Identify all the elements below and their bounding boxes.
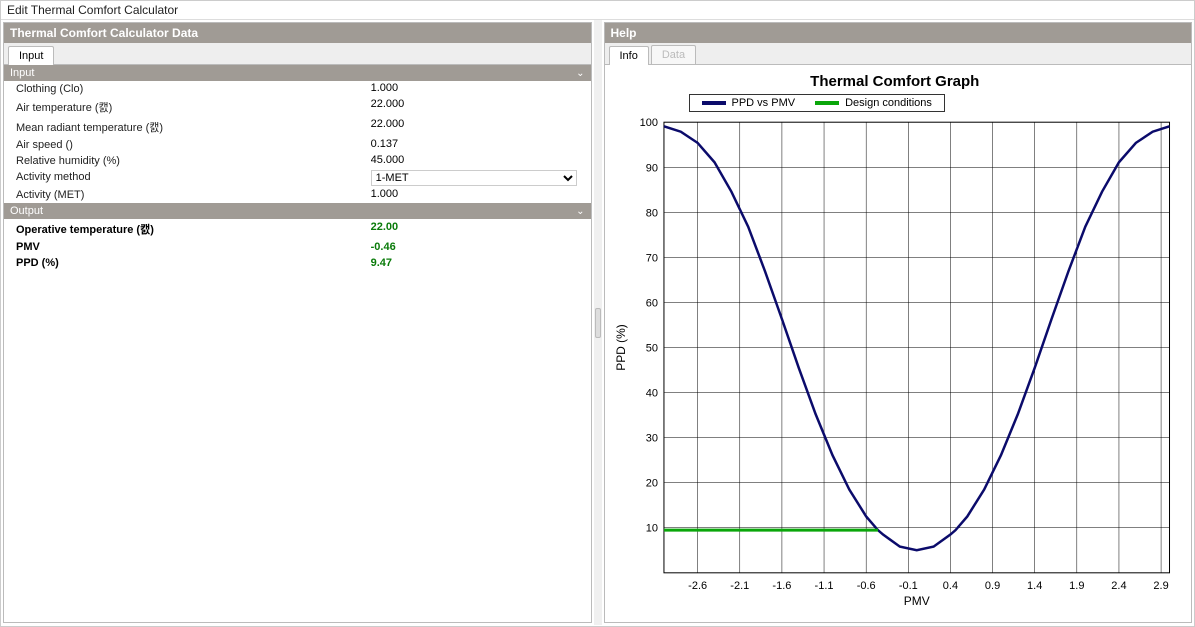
input-field[interactable]	[371, 138, 577, 150]
svg-text:PMV: PMV	[903, 594, 929, 608]
svg-text:20: 20	[645, 478, 657, 490]
legend-label: Design conditions	[845, 97, 932, 109]
legend-swatch	[702, 101, 726, 105]
input-label: Air temperature (캜)	[4, 97, 368, 117]
input-field[interactable]	[371, 118, 577, 130]
chart-plot: -2.6 -2.1 -1.6 -1.1 -0.6 -0.1 0.4 0.9 1.4 1.9 2.4 2…	[609, 116, 1182, 611]
svg-text:50: 50	[645, 343, 657, 355]
input-field[interactable]	[371, 188, 577, 200]
input-value-cell	[368, 153, 591, 169]
legend-swatch	[815, 101, 839, 105]
tab-input[interactable]: Input	[8, 46, 54, 65]
tab-info[interactable]: Info	[609, 46, 649, 65]
output-value: 22.00	[368, 219, 591, 239]
svg-text:2.9: 2.9	[1153, 580, 1168, 592]
input-field[interactable]	[371, 82, 577, 94]
input-section-label: Input	[10, 67, 34, 79]
data-tab-strip: Input	[4, 43, 591, 65]
svg-text:-1.1: -1.1	[814, 580, 833, 592]
chart-title: Thermal Comfort Graph	[609, 71, 1182, 92]
input-label: Activity method	[4, 169, 368, 187]
input-value-cell	[368, 187, 591, 203]
input-label: Activity (MET)	[4, 187, 368, 203]
svg-text:2.4: 2.4	[1111, 580, 1126, 592]
svg-text:70: 70	[645, 252, 657, 264]
input-grid: Clothing (Clo)Air temperature (캜)Mean ra…	[4, 81, 591, 203]
input-label: Relative humidity (%)	[4, 153, 368, 169]
output-section-label: Output	[10, 205, 43, 217]
svg-text:30: 30	[645, 433, 657, 445]
data-pane: Thermal Comfort Calculator Data Input In…	[3, 22, 592, 623]
help-pane-header: Help	[605, 23, 1192, 43]
svg-text:0.4: 0.4	[942, 580, 957, 592]
output-value: 9.47	[368, 255, 591, 271]
window-title: Edit Thermal Comfort Calculator	[1, 1, 1194, 20]
svg-text:1.9: 1.9	[1069, 580, 1084, 592]
output-label: PPD (%)	[4, 255, 368, 271]
tab-data: Data	[651, 45, 696, 64]
input-field[interactable]	[371, 98, 577, 110]
chart-legend: PPD vs PMV Design conditions	[689, 94, 945, 112]
input-value-cell: 1-MET	[368, 169, 591, 187]
svg-text:-2.1: -2.1	[730, 580, 749, 592]
input-value-cell	[368, 117, 591, 137]
svg-text:90: 90	[645, 162, 657, 174]
splitter-grip-icon	[595, 308, 601, 338]
input-value-cell	[368, 97, 591, 117]
output-grid: Operative temperature (캜)22.00PMV-0.46PP…	[4, 219, 591, 271]
svg-text:-1.6: -1.6	[772, 580, 791, 592]
chart-area: Thermal Comfort Graph PPD vs PMV Design …	[605, 65, 1192, 622]
svg-text:-2.6: -2.6	[688, 580, 707, 592]
chevron-down-icon: ⌄	[576, 206, 584, 217]
svg-text:PPD (%): PPD (%)	[613, 324, 627, 371]
input-field[interactable]	[371, 154, 577, 166]
activity-method-select[interactable]: 1-MET	[371, 170, 577, 186]
svg-text:-0.1: -0.1	[898, 580, 917, 592]
splitter[interactable]	[594, 20, 602, 625]
output-label: Operative temperature (캜)	[4, 219, 368, 239]
legend-item-design: Design conditions	[815, 97, 932, 109]
legend-label: PPD vs PMV	[732, 97, 796, 109]
svg-text:10: 10	[645, 523, 657, 535]
input-value-cell	[368, 81, 591, 97]
output-section-header[interactable]: Output ⌄	[4, 203, 591, 219]
data-pane-header: Thermal Comfort Calculator Data	[4, 23, 591, 43]
svg-text:80: 80	[645, 207, 657, 219]
svg-text:-0.6: -0.6	[856, 580, 875, 592]
input-label: Air speed ()	[4, 137, 368, 153]
input-label: Mean radiant temperature (캜)	[4, 117, 368, 137]
svg-text:0.9: 0.9	[984, 580, 999, 592]
help-pane: Help Info Data Thermal Comfort Graph PPD…	[604, 22, 1193, 623]
legend-item-ppd: PPD vs PMV	[702, 97, 796, 109]
svg-text:60: 60	[645, 297, 657, 309]
input-label: Clothing (Clo)	[4, 81, 368, 97]
svg-text:40: 40	[645, 388, 657, 400]
help-tab-strip: Info Data	[605, 43, 1192, 65]
output-value: -0.46	[368, 239, 591, 255]
output-label: PMV	[4, 239, 368, 255]
svg-text:1.4: 1.4	[1027, 580, 1042, 592]
input-section-header[interactable]: Input ⌄	[4, 65, 591, 81]
chevron-down-icon: ⌄	[576, 68, 584, 79]
input-value-cell	[368, 137, 591, 153]
svg-text:100: 100	[639, 117, 657, 129]
